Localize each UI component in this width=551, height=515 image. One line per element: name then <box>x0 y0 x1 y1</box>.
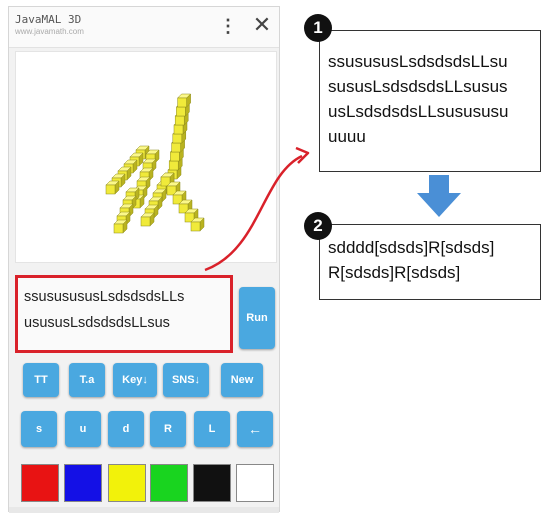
step1-line-2: sususLsdsdsdsLLsusus <box>328 77 508 96</box>
command-input[interactable]: ssususususLsdsdsdsLLs usususLsdsdsdsLLsu… <box>15 275 233 353</box>
color-swatch-green[interactable] <box>150 464 188 502</box>
command-line-2: usususLsdsdsdsLLsus <box>24 315 170 331</box>
sns-down-button[interactable]: SNS↓ <box>163 363 209 397</box>
tt-button[interactable]: TT <box>23 363 59 397</box>
color-swatch-red[interactable] <box>21 464 59 502</box>
command-line-1: ssususususLsdsdsdsLLs <box>24 289 185 305</box>
title-bar: JavaMAL 3D www.javamath.com ⋮ ✕ <box>9 7 279 48</box>
step1-badge: 1 <box>304 14 332 42</box>
color-swatch-black[interactable] <box>193 464 231 502</box>
r-button[interactable]: R <box>150 411 186 447</box>
step1-result-box: ssusususLsdsdsdsLLsu sususLsdsdsdsLLsusu… <box>319 30 541 172</box>
color-swatch-yellow[interactable] <box>108 464 146 502</box>
kebab-menu-icon[interactable]: ⋮ <box>219 15 237 37</box>
new-button[interactable]: New <box>221 363 263 397</box>
u-button[interactable]: u <box>65 411 101 447</box>
down-arrow-icon <box>417 175 461 217</box>
color-swatch-blue[interactable] <box>64 464 102 502</box>
key-down-button[interactable]: Key↓ <box>113 363 157 397</box>
step2-line-2: R[sdsds]R[sdsds] <box>328 263 461 282</box>
d-button[interactable]: d <box>108 411 144 447</box>
step1-line-1: ssusususLsdsdsdsLLsu <box>328 52 508 71</box>
run-button[interactable]: Run <box>239 287 275 349</box>
step1-line-4: uuuu <box>328 127 366 146</box>
ta-button[interactable]: T.a <box>69 363 105 397</box>
javamal-app-panel: JavaMAL 3D www.javamath.com ⋮ ✕ ssususus… <box>8 6 280 513</box>
step2-badge: 2 <box>304 212 332 240</box>
backspace-button[interactable]: ← <box>237 411 273 447</box>
step2-result-box: sdddd[sdsds]R[sdsds] R[sdsds]R[sdsds] <box>319 224 541 300</box>
step2-line-1: sdddd[sdsds]R[sdsds] <box>328 238 495 257</box>
3d-canvas[interactable] <box>15 51 277 263</box>
footer-strip <box>9 507 279 513</box>
voxel-model <box>105 93 205 234</box>
color-swatch-white[interactable] <box>236 464 274 502</box>
close-icon[interactable]: ✕ <box>251 13 273 37</box>
s-button[interactable]: s <box>21 411 57 447</box>
app-url: www.javamath.com <box>15 27 84 36</box>
step1-line-3: usLsdsdsdsLLsusususu <box>328 102 509 121</box>
l-button[interactable]: L <box>194 411 230 447</box>
app-title: JavaMAL 3D <box>15 13 82 26</box>
